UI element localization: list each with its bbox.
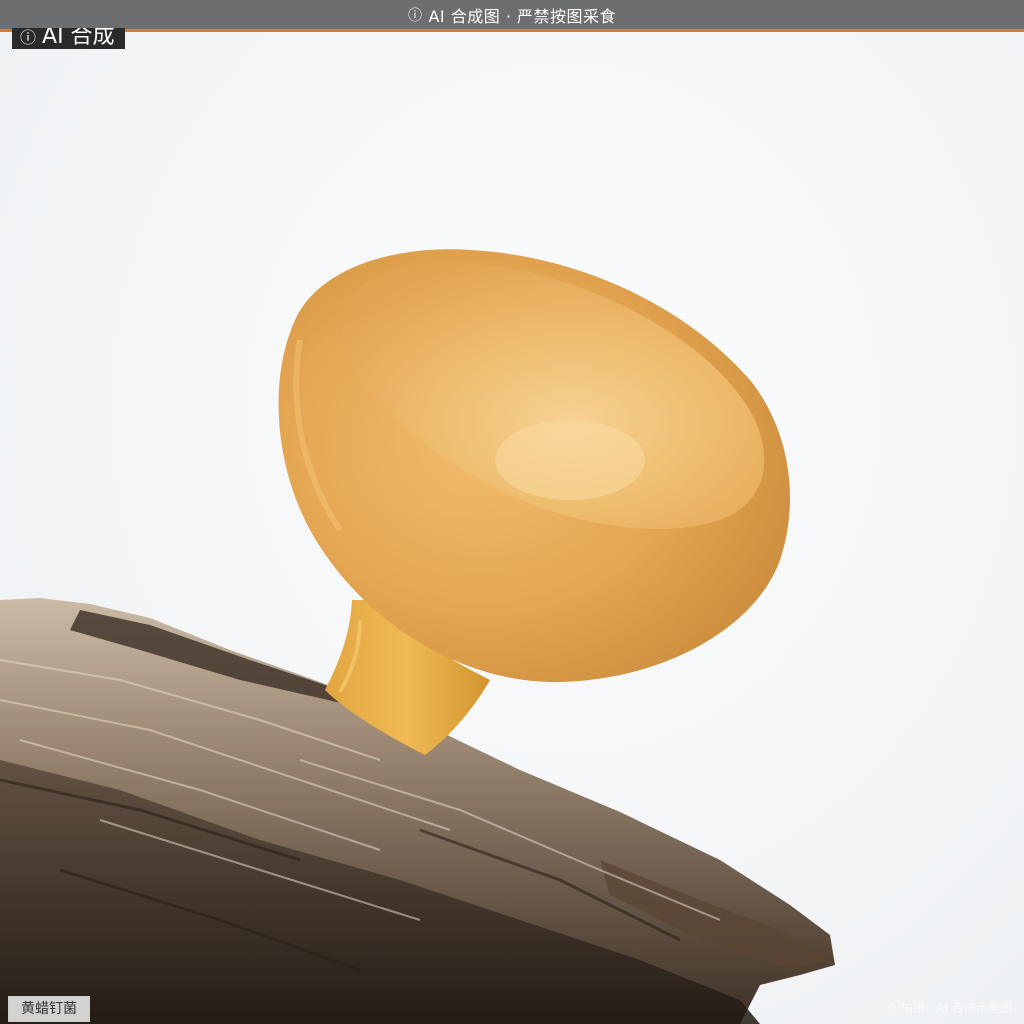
info-icon: ⓘ — [20, 28, 37, 47]
mushroom-photo — [0, 249, 835, 1024]
info-icon: ⓘ — [407, 7, 423, 24]
photo-stage: ⓘ AI 合成图 · 严禁按图采食 ⓘ AI 合成 黄蜡钉菌 © 拍摄 · AI… — [0, 0, 1024, 1024]
ai-generated-badge: ⓘ AI 合成 — [12, 28, 125, 49]
warning-banner-text: AI 合成图 · 严禁按图采食 — [428, 6, 616, 26]
watermark-text: © 拍摄 · AI 合成示意图 — [885, 1001, 1012, 1015]
ai-generated-badge-label: AI 合成 — [42, 28, 115, 49]
warning-banner: ⓘ AI 合成图 · 严禁按图采食 — [0, 0, 1024, 32]
species-caption: 黄蜡钉菌 — [8, 996, 90, 1022]
